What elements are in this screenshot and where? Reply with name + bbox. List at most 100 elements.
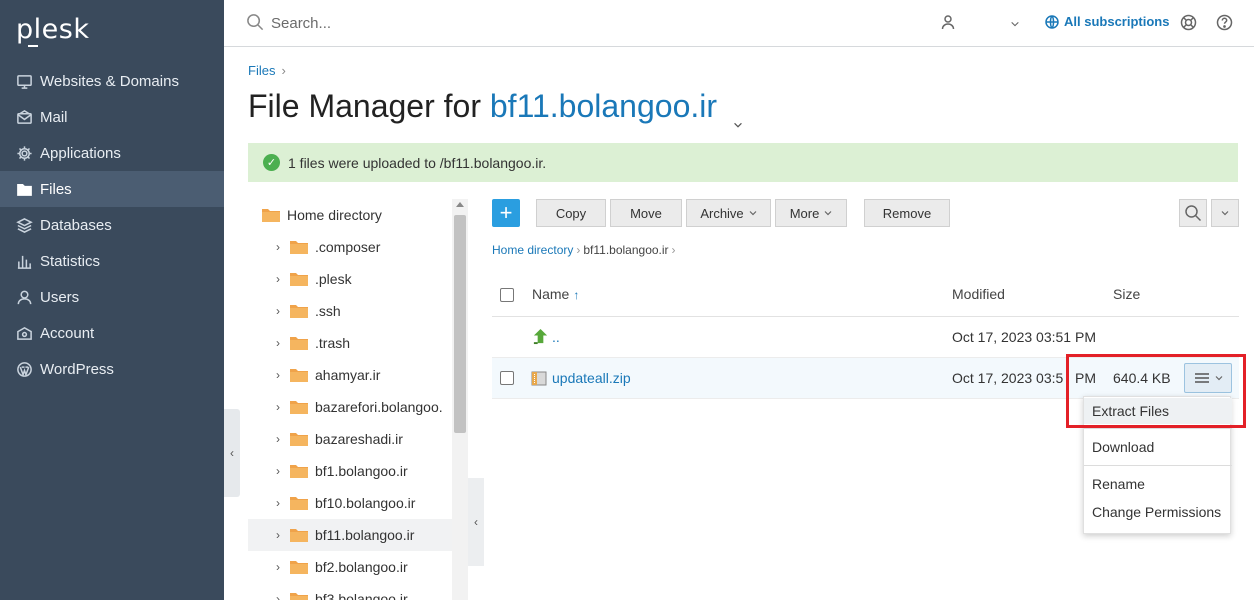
sidebar-item-label: Websites & Domains xyxy=(40,72,179,90)
tree-item[interactable]: › bazarefori.bolangoo. xyxy=(272,391,452,423)
chevron-right-icon[interactable]: › xyxy=(272,304,284,318)
chevron-right-icon[interactable]: › xyxy=(272,368,284,382)
chevron-right-icon[interactable]: › xyxy=(272,336,284,350)
plesk-logo[interactable]: plesk xyxy=(16,14,89,47)
column-header-name[interactable]: Name ↑ xyxy=(532,286,579,302)
tree-item-label: bf11.bolangoo.ir xyxy=(315,527,415,543)
chevron-right-icon[interactable]: › xyxy=(272,592,284,600)
tree-item[interactable]: › .composer xyxy=(272,231,468,263)
tree-scrollbar[interactable] xyxy=(452,199,468,600)
folder-icon xyxy=(290,272,308,286)
tree-item-label: bazareshadi.ir xyxy=(315,431,403,447)
more-button[interactable]: More xyxy=(775,199,847,227)
folder-icon xyxy=(290,496,308,510)
add-button[interactable]: + xyxy=(492,199,520,227)
select-all-checkbox[interactable] xyxy=(500,288,514,302)
sidebar-collapse-handle[interactable]: ‹ xyxy=(224,409,240,497)
menu-item-download[interactable]: Download xyxy=(1084,434,1232,460)
chevron-right-icon[interactable]: › xyxy=(272,432,284,446)
annotation-highlight-box xyxy=(1066,354,1246,428)
tree-item[interactable]: › .ssh xyxy=(272,295,468,327)
tree-item[interactable]: › bf3.bolangoo.ir xyxy=(272,583,468,600)
tree-item[interactable]: › bf10.bolangoo.ir xyxy=(272,487,468,519)
menu-item-rename[interactable]: Rename xyxy=(1084,471,1232,497)
breadcrumb-files-link[interactable]: Files xyxy=(248,63,275,78)
sidebar-item-label: Mail xyxy=(40,108,68,126)
chevron-right-icon[interactable]: › xyxy=(272,400,284,414)
chevron-down-icon[interactable] xyxy=(1010,16,1022,28)
domain-selector[interactable]: bf11.bolangoo.ir xyxy=(490,88,717,124)
divider xyxy=(1084,428,1232,429)
tree-item-label: bazarefori.bolangoo. xyxy=(315,399,443,415)
move-button[interactable]: Move xyxy=(610,199,682,227)
tree-item-selected[interactable]: › bf11.bolangoo.ir xyxy=(248,519,452,551)
current-path: Home directory › bf11.bolangoo.ir › xyxy=(492,243,679,257)
button-label: Archive xyxy=(700,205,744,221)
chevron-down-icon[interactable] xyxy=(732,102,746,128)
sidebar-item-applications[interactable]: Applications xyxy=(0,135,224,171)
check-circle-icon: ✓ xyxy=(263,154,280,171)
divider xyxy=(492,316,1239,317)
directory-tree: Home directory › .composer › .plesk › .ssh … xyxy=(248,199,468,600)
row-modified: Oct 17, 2023 03:51 PM xyxy=(952,329,1096,345)
remove-button[interactable]: Remove xyxy=(864,199,950,227)
subscriptions-label: All subscriptions xyxy=(1064,14,1170,29)
file-name-link[interactable]: updateall.zip xyxy=(552,370,631,386)
tree-item[interactable]: › ahamyar.ir xyxy=(272,359,468,391)
folder-icon xyxy=(290,592,308,600)
tree-item[interactable]: › bf2.bolangoo.ir xyxy=(272,551,468,583)
button-label: Remove xyxy=(882,205,932,221)
path-home-link[interactable]: Home directory xyxy=(492,243,573,257)
folder-icon xyxy=(290,464,308,478)
tree-collapse-handle[interactable]: ‹ xyxy=(468,478,484,566)
tree-item-label: .plesk xyxy=(315,271,352,287)
tree-item-home[interactable]: Home directory xyxy=(262,199,466,231)
column-header-size[interactable]: Size xyxy=(1113,286,1140,302)
sidebar-item-label: Files xyxy=(40,180,72,198)
tree-item[interactable]: › bf1.bolangoo.ir xyxy=(272,455,468,487)
user-icon[interactable] xyxy=(940,14,958,32)
chevron-left-icon: ‹ xyxy=(474,515,478,529)
file-search-button[interactable] xyxy=(1179,199,1207,227)
chevron-right-icon[interactable]: › xyxy=(272,272,284,286)
sidebar-item-files[interactable]: Files xyxy=(0,171,224,207)
archive-button[interactable]: Archive xyxy=(686,199,771,227)
chevron-right-icon[interactable]: › xyxy=(272,496,284,510)
sidebar-item-mail[interactable]: Mail xyxy=(0,99,224,135)
sidebar-item-databases[interactable]: Databases xyxy=(0,207,224,243)
parent-directory-link[interactable]: .. xyxy=(552,329,560,345)
all-subscriptions-link[interactable]: All subscriptions xyxy=(1045,14,1169,29)
folder-icon xyxy=(290,368,308,382)
chevron-right-icon[interactable]: › xyxy=(272,240,284,254)
scrollbar-thumb[interactable] xyxy=(454,215,466,433)
menu-item-change-permissions[interactable]: Change Permissions xyxy=(1084,499,1232,525)
help-icon[interactable] xyxy=(1216,14,1234,32)
divider xyxy=(1084,465,1232,466)
sidebar-item-websites-domains[interactable]: Websites & Domains xyxy=(0,63,224,99)
folder-icon xyxy=(290,304,308,318)
search-input[interactable] xyxy=(271,12,671,34)
sidebar-item-statistics[interactable]: Statistics xyxy=(0,243,224,279)
copy-button[interactable]: Copy xyxy=(536,199,606,227)
tree-item[interactable]: › .trash xyxy=(272,327,468,359)
sidebar-item-users[interactable]: Users xyxy=(0,279,224,315)
chevron-right-icon[interactable]: › xyxy=(272,560,284,574)
tree-item[interactable]: › .plesk xyxy=(272,263,468,295)
chevron-right-icon[interactable]: › xyxy=(272,464,284,478)
tree-item[interactable]: › bazareshadi.ir xyxy=(272,423,468,455)
sidebar-item-wordpress[interactable]: WordPress xyxy=(0,351,224,387)
lifebuoy-icon[interactable] xyxy=(1180,14,1198,32)
row-checkbox[interactable] xyxy=(500,371,514,385)
scroll-up-arrow-icon[interactable] xyxy=(456,202,464,207)
column-header-label: Name xyxy=(532,286,570,302)
top-bar: All subscriptions xyxy=(224,0,1254,47)
sidebar-item-label: Applications xyxy=(40,144,121,162)
chevron-right-icon[interactable]: › xyxy=(272,528,284,542)
up-arrow-icon xyxy=(532,328,550,346)
sidebar-item-account[interactable]: Account xyxy=(0,315,224,351)
search-options-button[interactable] xyxy=(1211,199,1239,227)
chevron-left-icon: ‹ xyxy=(230,446,234,460)
column-header-modified[interactable]: Modified xyxy=(952,286,1005,302)
folder-icon xyxy=(15,180,33,198)
button-label: Copy xyxy=(555,205,587,221)
